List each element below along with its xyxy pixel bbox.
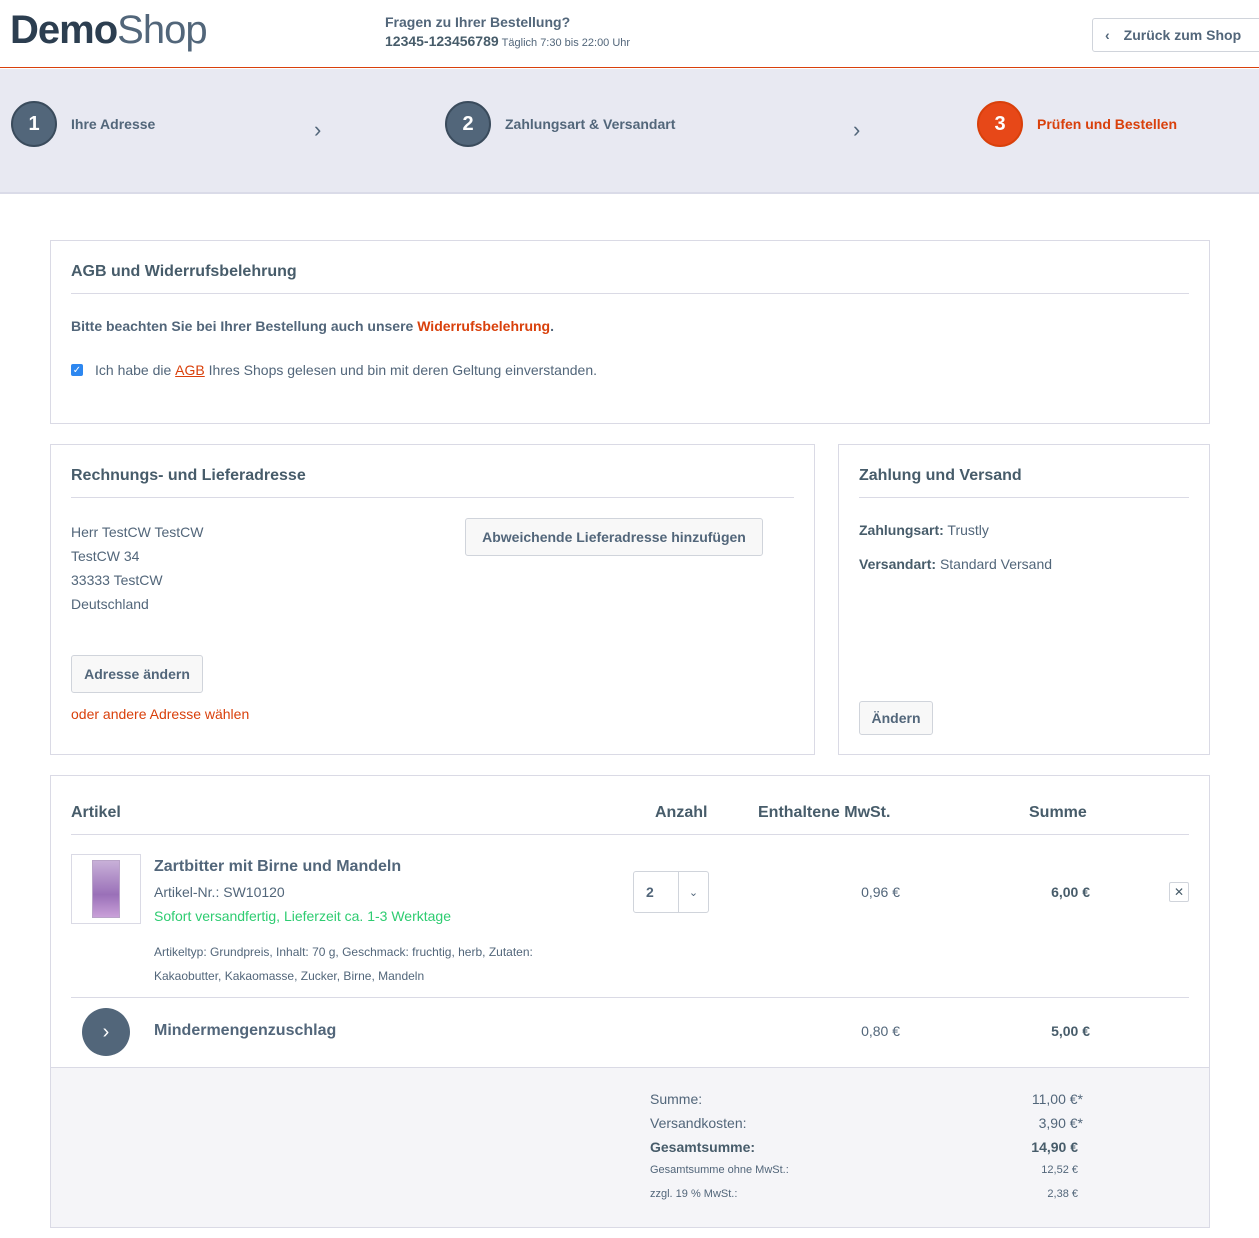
product-image[interactable] [71, 854, 141, 924]
hotline-hours: Täglich 7:30 bis 22:00 Uhr [501, 37, 631, 49]
divider [71, 293, 1189, 294]
totals-net-value: 12,52 € [1041, 1164, 1078, 1176]
shipping-method: Versandart: Standard Versand [859, 556, 1052, 572]
payment-method-value: Trustly [947, 522, 989, 538]
hotline: Fragen zu Ihrer Bestellung? 12345-123456… [385, 14, 630, 49]
address-line: Deutschland [71, 596, 149, 612]
step-number: 2 [445, 101, 491, 147]
agb-link[interactable]: AGB [175, 362, 205, 378]
agb-title: AGB und Widerrufsbelehrung [71, 263, 297, 280]
agb-consent-suffix: Ihres Shops gelesen und bin mit deren Ge… [204, 362, 598, 378]
totals-grand-label: Gesamtsumme: [650, 1139, 756, 1155]
payment-method: Zahlungsart: Trustly [859, 522, 989, 538]
change-address-button[interactable]: Adresse ändern [71, 655, 203, 693]
step-label: Ihre Adresse [71, 116, 156, 132]
agb-note: Bitte beachten Sie bei Ihrer Bestellung … [71, 318, 554, 334]
totals-shipping-value: 3,90 €* [1038, 1115, 1083, 1131]
cart-panel: Artikel Anzahl Enthaltene MwSt. Summe Za… [50, 775, 1210, 1228]
chevron-left-icon: ‹ [1105, 27, 1110, 43]
step-label: Prüfen und Bestellen [1037, 116, 1178, 132]
totals-grand-row: Gesamtsumme: 14,90 € [650, 1139, 1083, 1155]
quantity-select[interactable]: 2 ⌄ [633, 871, 709, 913]
totals-net-label: Gesamtsumme ohne MwSt.: [650, 1164, 789, 1176]
item-tax: 0,96 € [861, 884, 900, 900]
change-payment-button[interactable]: Ändern [859, 701, 933, 735]
back-to-shop-button[interactable]: ‹ Zurück zum Shop [1092, 18, 1259, 52]
checkout-steps: 1 Ihre Adresse › 2 Zahlungsart & Versand… [0, 69, 1259, 194]
divider [71, 497, 794, 498]
totals-sum-label: Summe: [650, 1091, 703, 1107]
item-sum: 6,00 € [1051, 884, 1090, 900]
payment-title: Zahlung und Versand [859, 467, 1022, 484]
delivery-status: Sofort versandfertig, Lieferzeit ca. 1-3… [154, 908, 451, 924]
shipping-method-label: Versandart: [859, 556, 937, 572]
totals-vat-label: zzgl. 19 % MwSt.: [650, 1188, 738, 1200]
column-quantity: Anzahl [655, 804, 708, 821]
step-payment-shipping[interactable]: 2 Zahlungsart & Versandart [445, 101, 675, 147]
payment-method-label: Zahlungsart: [859, 522, 944, 538]
surcharge-name: Mindermengenzuschlag [154, 1022, 337, 1039]
totals-sum-value: 11,00 €* [1031, 1091, 1083, 1107]
address-line: TestCW 34 [71, 548, 140, 564]
totals-sum-row: Summe: 11,00 €* [650, 1091, 1083, 1107]
step-review-order: 3 Prüfen und Bestellen [977, 101, 1177, 147]
chevron-right-icon: › [853, 117, 861, 142]
surcharge-tax: 0,80 € [861, 1023, 900, 1039]
revocation-link[interactable]: Widerrufsbelehrung [417, 318, 550, 334]
agb-consent: ✓ Ich habe die AGB Ihres Shops gelesen u… [71, 362, 597, 378]
agb-panel: AGB und Widerrufsbelehrung Bitte beachte… [50, 240, 1210, 424]
totals-grand-value: 14,90 € [1031, 1139, 1078, 1155]
logo-light: Shop [117, 8, 207, 52]
step-number: 1 [11, 101, 57, 147]
totals-shipping-label: Versandkosten: [650, 1115, 747, 1131]
totals-vat-value: 2,38 € [1047, 1188, 1078, 1200]
billing-address: Herr TestCW TestCW TestCW 34 33333 TestC… [71, 520, 204, 616]
surcharge-sum: 5,00 € [1051, 1023, 1090, 1039]
quantity-value: 2 [646, 884, 654, 900]
agb-note-text: Bitte beachten Sie bei Ihrer Bestellung … [71, 318, 418, 334]
chevron-right-icon: › [314, 117, 322, 142]
header: DemoShop Fragen zu Ihrer Bestellung? 123… [0, 0, 1259, 68]
agb-checkbox[interactable]: ✓ [71, 364, 83, 376]
hotline-number: 12345-123456789 [385, 33, 499, 49]
logo-bold: Demo [10, 8, 118, 52]
divider [71, 834, 1189, 835]
address-title: Rechnungs- und Lieferadresse [71, 467, 306, 484]
product-name[interactable]: Zartbitter mit Birne und Mandeln [154, 858, 401, 876]
totals-vat-row: zzgl. 19 % MwSt.: 2,38 € [650, 1188, 1083, 1200]
hotline-number-row: 12345-123456789 Täglich 7:30 bis 22:00 Uh… [385, 33, 630, 49]
chevron-right-icon: › [82, 1008, 130, 1056]
chevron-down-icon: ⌄ [678, 872, 708, 912]
product-pack-graphic [92, 860, 120, 918]
product-description: Artikeltyp: Grundpreis, Inhalt: 70 g, Ge… [154, 945, 533, 983]
logo[interactable]: DemoShop [10, 8, 208, 53]
remove-item-button[interactable]: ✕ [1169, 882, 1189, 902]
column-tax: Enthaltene MwSt. [758, 804, 891, 821]
back-to-shop-label: Zurück zum Shop [1123, 27, 1242, 43]
agb-note-suffix: . [550, 318, 554, 334]
agb-consent-prefix: Ich habe die [95, 362, 176, 378]
divider [71, 997, 1189, 998]
column-article: Artikel [71, 804, 121, 821]
divider [859, 497, 1189, 498]
hotline-question: Fragen zu Ihrer Bestellung? [385, 14, 571, 30]
payment-shipping-panel: Zahlung und Versand Zahlungsart: Trustly… [838, 444, 1210, 755]
step-address[interactable]: 1 Ihre Adresse [11, 101, 155, 147]
cart-totals: Summe: 11,00 €* Versandkosten: 3,90 €* G… [51, 1067, 1209, 1227]
add-shipping-address-button[interactable]: Abweichende Lieferadresse hinzufügen [465, 518, 763, 556]
address-line: Herr TestCW TestCW [71, 524, 204, 540]
shipping-method-value: Standard Versand [939, 556, 1053, 572]
close-icon: ✕ [1173, 885, 1185, 899]
step-number: 3 [977, 101, 1023, 147]
step-label: Zahlungsart & Versandart [505, 116, 676, 132]
address-panel: Rechnungs- und Lieferadresse Herr TestCW… [50, 444, 815, 755]
choose-other-address-link[interactable]: oder andere Adresse wählen [71, 706, 249, 722]
totals-shipping-row: Versandkosten: 3,90 €* [650, 1115, 1083, 1131]
product-sku: Artikel-Nr.: SW10120 [154, 884, 285, 900]
column-sum: Summe [1029, 804, 1087, 821]
totals-net-row: Gesamtsumme ohne MwSt.: 12,52 € [650, 1164, 1083, 1176]
address-line: 33333 TestCW [71, 572, 163, 588]
